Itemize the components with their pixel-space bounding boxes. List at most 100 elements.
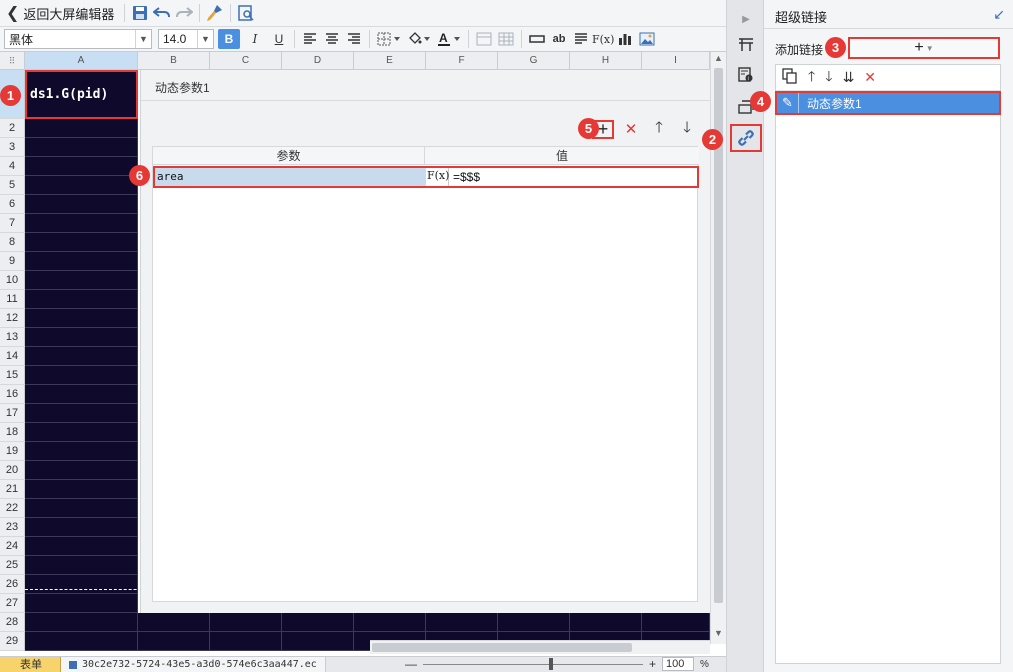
align-left-icon[interactable]: [299, 28, 321, 50]
font-size-select[interactable]: 14.0 ▼: [158, 29, 214, 49]
underline-button[interactable]: U: [268, 28, 290, 50]
copy-link-icon[interactable]: [782, 68, 798, 87]
cell-element-icon[interactable]: [735, 34, 757, 56]
fill-color-icon[interactable]: [404, 28, 434, 50]
text-ab-button[interactable]: ab: [548, 28, 570, 50]
cell-a15[interactable]: [25, 366, 138, 385]
row-header-21[interactable]: 21: [0, 480, 25, 499]
cell-a21[interactable]: [25, 480, 138, 499]
merge-cells-icon[interactable]: [473, 28, 495, 50]
row-header-26[interactable]: 26: [0, 575, 25, 594]
cell-a28[interactable]: [25, 613, 138, 632]
horizontal-scrollbar[interactable]: [370, 640, 710, 654]
row-header-3[interactable]: 3: [0, 138, 25, 157]
cell-d28[interactable]: [282, 613, 354, 632]
row-header-9[interactable]: 9: [0, 252, 25, 271]
formula-button[interactable]: F(x): [592, 28, 614, 50]
cell-a20[interactable]: [25, 461, 138, 480]
row-header-28[interactable]: 28: [0, 613, 25, 632]
row-header-6[interactable]: 6: [0, 195, 25, 214]
add-link-button[interactable]: + ▼: [848, 37, 1000, 59]
row-header-13[interactable]: 13: [0, 328, 25, 347]
cell-a23[interactable]: [25, 518, 138, 537]
zoom-out-button[interactable]: —: [405, 657, 417, 671]
column-header-b[interactable]: B: [138, 52, 210, 70]
cell-a7[interactable]: [25, 214, 138, 233]
cell-a2[interactable]: [25, 119, 138, 138]
align-right-icon[interactable]: [343, 28, 365, 50]
column-header-a[interactable]: A: [25, 52, 138, 70]
cell-a11[interactable]: [25, 290, 138, 309]
cell-a12[interactable]: [25, 309, 138, 328]
row-header-18[interactable]: 18: [0, 423, 25, 442]
font-color-icon[interactable]: A: [434, 28, 464, 50]
row-header-17[interactable]: 17: [0, 404, 25, 423]
cell-a17[interactable]: [25, 404, 138, 423]
column-header-g[interactable]: G: [498, 52, 570, 70]
file-tab[interactable]: 30c2e732-5724-43e5-a3d0-574e6c3aa447.ec: [61, 656, 326, 672]
parameter-name-cell[interactable]: area: [155, 168, 426, 186]
cell-a9[interactable]: [25, 252, 138, 271]
format-painter-icon[interactable]: [204, 2, 226, 24]
cell-attributes-icon[interactable]: i: [735, 64, 757, 86]
row-header-5[interactable]: 5: [0, 176, 25, 195]
cell-b29[interactable]: [138, 632, 210, 651]
border-icon[interactable]: [374, 28, 404, 50]
move-to-bottom-icon[interactable]: ⇊: [843, 69, 855, 86]
cell-g28[interactable]: [498, 613, 570, 632]
column-header-h[interactable]: H: [570, 52, 642, 70]
delete-link-icon[interactable]: ✕: [864, 69, 876, 86]
cell-i28[interactable]: [642, 613, 710, 632]
insert-row-icon[interactable]: [526, 28, 548, 50]
paragraph-icon[interactable]: [570, 28, 592, 50]
column-header-f[interactable]: F: [426, 52, 498, 70]
collapse-panel-icon[interactable]: ↙: [993, 6, 1005, 23]
cell-a6[interactable]: [25, 195, 138, 214]
cell-e28[interactable]: [354, 613, 426, 632]
move-up-icon[interactable]: 🡑: [648, 118, 670, 140]
cell-a27[interactable]: [25, 594, 138, 613]
row-header-11[interactable]: 11: [0, 290, 25, 309]
move-up-icon[interactable]: 🡑: [808, 66, 815, 90]
preview-icon[interactable]: [235, 2, 257, 24]
column-header-c[interactable]: C: [210, 52, 282, 70]
row-header-19[interactable]: 19: [0, 442, 25, 461]
horizontal-scroll-thumb[interactable]: [372, 643, 632, 652]
move-down-icon[interactable]: 🡓: [825, 66, 832, 90]
move-down-icon[interactable]: 🡓: [676, 118, 698, 140]
parameter-row[interactable]: area F(x) =$$$: [153, 166, 699, 188]
split-cells-icon[interactable]: [495, 28, 517, 50]
link-list-item[interactable]: ✎ 动态参数1: [775, 91, 1001, 115]
cell-c28[interactable]: [210, 613, 282, 632]
sheet-tab-form[interactable]: 表单: [0, 656, 61, 672]
font-family-select[interactable]: 黑体 ▼: [4, 29, 152, 49]
column-header-i[interactable]: I: [642, 52, 710, 70]
cell-h28[interactable]: [570, 613, 642, 632]
cell-a14[interactable]: [25, 347, 138, 366]
cell-a3[interactable]: [25, 138, 138, 157]
select-all-corner[interactable]: ⠿: [0, 52, 25, 70]
cell-a18[interactable]: [25, 423, 138, 442]
row-header-7[interactable]: 7: [0, 214, 25, 233]
bold-button[interactable]: B: [218, 29, 240, 49]
cell-c29[interactable]: [210, 632, 282, 651]
formula-editor-button[interactable]: F(x): [427, 168, 449, 186]
zoom-slider[interactable]: [423, 657, 643, 670]
cell-a8[interactable]: [25, 233, 138, 252]
cell-a10[interactable]: [25, 271, 138, 290]
zoom-slider-knob[interactable]: [549, 657, 553, 670]
row-header-24[interactable]: 24: [0, 537, 25, 556]
row-header-12[interactable]: 12: [0, 309, 25, 328]
row-header-2[interactable]: 2: [0, 119, 25, 138]
column-header-e[interactable]: E: [354, 52, 426, 70]
align-center-icon[interactable]: [321, 28, 343, 50]
row-header-15[interactable]: 15: [0, 366, 25, 385]
undo-icon[interactable]: [151, 2, 173, 24]
row-header-20[interactable]: 20: [0, 461, 25, 480]
cell-a4[interactable]: [25, 157, 138, 176]
back-to-dashboard-button[interactable]: ❮ 返回大屏编辑器: [0, 2, 120, 24]
row-header-14[interactable]: 14: [0, 347, 25, 366]
italic-button[interactable]: I: [244, 28, 266, 50]
row-header-27[interactable]: 27: [0, 594, 25, 613]
row-header-22[interactable]: 22: [0, 499, 25, 518]
